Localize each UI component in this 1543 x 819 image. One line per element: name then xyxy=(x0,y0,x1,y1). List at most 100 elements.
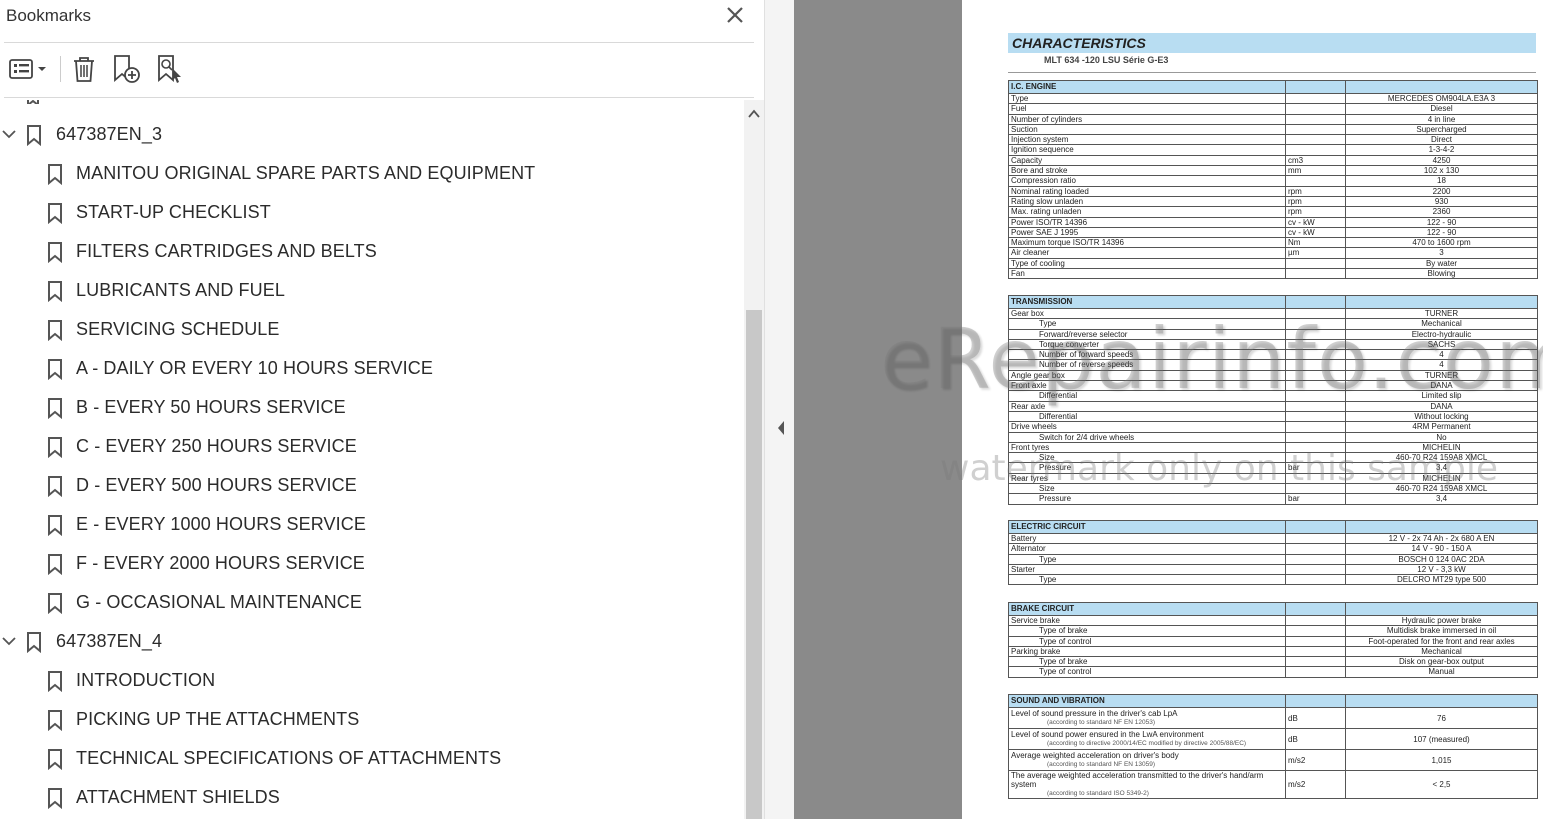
spec-value: Manual xyxy=(1345,666,1538,678)
bookmark-item[interactable]: D - EVERY 500 HOURS SERVICE xyxy=(0,466,744,505)
spec-label: Number of cylinders xyxy=(1008,113,1286,125)
spec-value: Supercharged xyxy=(1345,123,1538,136)
bookmark-item[interactable]: F - EVERY 2000 HOURS SERVICE xyxy=(0,544,744,583)
spec-row: Number of cylinders 4 in line xyxy=(1008,113,1538,125)
spec-row: Level of sound pressure in the driver's … xyxy=(1008,707,1538,729)
bookmark-icon xyxy=(46,514,64,537)
spec-row: Type of cooling By water xyxy=(1008,257,1538,270)
spec-label: Pressure xyxy=(1008,493,1286,505)
bookmark-label: E - EVERY 1000 HOURS SERVICE xyxy=(76,514,366,534)
spec-unit xyxy=(1285,614,1346,627)
bookmark-item[interactable]: FILTERS CARTRIDGES AND BELTS xyxy=(0,232,744,271)
spec-note: (according to standard NF EN 12053) xyxy=(1047,719,1156,726)
spec-row: Type of brake Disk on gear-box output xyxy=(1008,656,1538,668)
spec-note: (according to standard NF EN 13059) xyxy=(1047,761,1156,768)
panel-splitter[interactable] xyxy=(764,0,795,819)
bookmark-label: FILTERS CARTRIDGES AND BELTS xyxy=(76,241,377,261)
bookmark-item[interactable]: B - EVERY 50 HOURS SERVICE xyxy=(0,388,744,427)
bookmark-item[interactable]: START-UP CHECKLIST xyxy=(0,193,744,232)
spec-unit: m/s2 xyxy=(1285,770,1346,799)
spec-row: Capacity cm3 4250 xyxy=(1008,154,1538,167)
bookmark-group[interactable]: 647387EN_4 xyxy=(0,622,744,661)
spec-value: 4250 xyxy=(1345,154,1538,167)
bookmark-label: INTRODUCTION xyxy=(76,670,216,690)
tree-scrollbar[interactable] xyxy=(744,100,764,819)
bookmark-item[interactable]: MANITOU ORIGINAL SPARE PARTS AND EQUIPME… xyxy=(0,154,744,193)
chevron-down-icon[interactable] xyxy=(0,632,18,650)
spec-value: 76 xyxy=(1345,707,1538,729)
spec-value: 12 V - 3,3 kW xyxy=(1345,563,1538,576)
bookmark-item[interactable]: PICKING UP THE ATTACHMENTS xyxy=(0,700,744,739)
bookmark-item[interactable]: INTRODUCTION xyxy=(0,661,744,700)
bookmark-group[interactable]: 647387EN_3 xyxy=(0,115,744,154)
spec-unit xyxy=(1285,103,1346,115)
spec-label: Compression ratio xyxy=(1008,175,1286,187)
spec-label: Type of cooling xyxy=(1008,257,1286,270)
spec-unit: m/s2 xyxy=(1285,749,1346,771)
spec-unit xyxy=(1285,532,1346,545)
new-bookmark-icon[interactable] xyxy=(108,52,142,86)
spec-value: 1-3-4-2 xyxy=(1345,144,1538,156)
bookmark-icon xyxy=(46,475,64,498)
spec-unit xyxy=(1285,656,1346,668)
spec-label: Parking brake xyxy=(1008,645,1286,658)
bookmark-icon xyxy=(46,670,64,693)
bookmark-icon xyxy=(46,319,64,342)
spec-label: Level of sound pressure in the driver's … xyxy=(1011,709,1178,718)
bookmark-search-icon[interactable] xyxy=(152,52,186,86)
spec-value: 4 in line xyxy=(1345,113,1538,125)
spec-row: Alternator 14 V - 90 - 150 A xyxy=(1008,543,1538,555)
bookmark-icon xyxy=(46,241,64,264)
spec-row: Drive wheels 4RM Permanent xyxy=(1008,421,1538,433)
spec-label: Switch for 2/4 drive wheels xyxy=(1008,431,1286,443)
spec-label: Fuel xyxy=(1008,103,1286,115)
spec-label: Maximum torque ISO/TR 14396 xyxy=(1008,237,1286,249)
spec-unit xyxy=(1285,268,1346,280)
spec-note: (according to directive 2000/14/EC modif… xyxy=(1047,740,1247,747)
bookmark-item[interactable]: G - OCCASIONAL MAINTENANCE xyxy=(0,583,744,622)
spec-row: Fuel Diesel xyxy=(1008,103,1538,115)
spec-row: Starter 12 V - 3,3 kW xyxy=(1008,563,1538,576)
bookmark-item[interactable]: TECHNICAL SPECIFICATIONS OF ATTACHMENTS xyxy=(0,739,744,778)
bookmark-item[interactable]: LUBRICANTS AND FUEL xyxy=(0,271,744,310)
bookmark-label: C - EVERY 250 HOURS SERVICE xyxy=(76,436,357,456)
bookmark-item[interactable]: ATTACHMENT SHIELDS xyxy=(0,778,744,817)
toolbar-divider xyxy=(4,97,754,98)
bookmark-item[interactable]: E - EVERY 1000 HOURS SERVICE xyxy=(0,505,744,544)
spec-unit xyxy=(1285,92,1346,105)
spec-label: Type of control xyxy=(1008,666,1286,678)
bookmark-item[interactable]: SERVICING SCHEDULE xyxy=(0,310,744,349)
bookmark-label: LUBRICANTS AND FUEL xyxy=(76,280,285,300)
spec-value: 102 x 130 xyxy=(1345,165,1538,177)
spec-row: Switch for 2/4 drive wheels No xyxy=(1008,431,1538,443)
spec-value: BOSCH 0 124 0AC 2DA xyxy=(1345,553,1538,565)
bookmark-item[interactable]: A - DAILY OR EVERY 10 HOURS SERVICE xyxy=(0,349,744,388)
spec-label: Suction xyxy=(1008,123,1286,136)
spec-unit xyxy=(1285,645,1346,658)
spec-label: Power SAE J 1995 xyxy=(1008,226,1286,239)
spec-row: Type BOSCH 0 124 0AC 2DA xyxy=(1008,553,1538,565)
bookmark-label: MANITOU ORIGINAL SPARE PARTS AND EQUIPME… xyxy=(76,163,536,183)
close-icon[interactable] xyxy=(722,4,748,28)
spec-label: Starter xyxy=(1008,563,1286,576)
toolbar-separator xyxy=(60,56,61,82)
scroll-thumb[interactable] xyxy=(746,310,762,819)
bookmark-icon xyxy=(46,553,64,576)
bookmark-icon xyxy=(46,709,64,732)
spec-row: Injection system Direct xyxy=(1008,134,1538,146)
bookmark-item[interactable]: C - EVERY 250 HOURS SERVICE xyxy=(0,427,744,466)
spec-unit xyxy=(1285,134,1346,146)
trash-icon[interactable] xyxy=(68,52,100,86)
spec-row: The average weighted acceleration transm… xyxy=(1008,770,1538,799)
collapse-panel-icon[interactable] xyxy=(775,418,787,438)
section-header: SOUND AND VIBRATION xyxy=(1008,694,1286,708)
spec-unit: dB xyxy=(1285,728,1346,750)
scroll-up-icon[interactable] xyxy=(744,106,764,122)
spec-row: Power SAE J 1995 cv - kW 122 - 90 xyxy=(1008,226,1538,239)
model-subtitle: MLT 634 -120 LSU Série G-E3 xyxy=(1044,55,1169,65)
options-list-icon[interactable] xyxy=(4,52,52,86)
chevron-down-icon[interactable] xyxy=(0,125,18,143)
spec-unit: rpm xyxy=(1285,195,1346,208)
spec-value: 18 xyxy=(1345,175,1538,187)
spec-value: 3,4 xyxy=(1345,493,1538,505)
